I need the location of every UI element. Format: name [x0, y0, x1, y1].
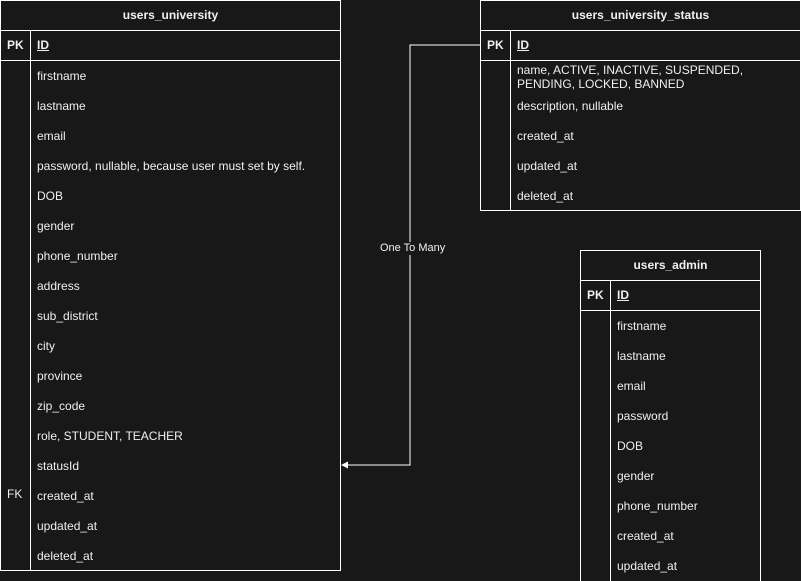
connector-line [347, 44, 480, 466]
arrowhead-icon [341, 461, 348, 469]
relationship-label: One To Many [379, 242, 447, 255]
relationship-connector[interactable] [0, 0, 801, 581]
